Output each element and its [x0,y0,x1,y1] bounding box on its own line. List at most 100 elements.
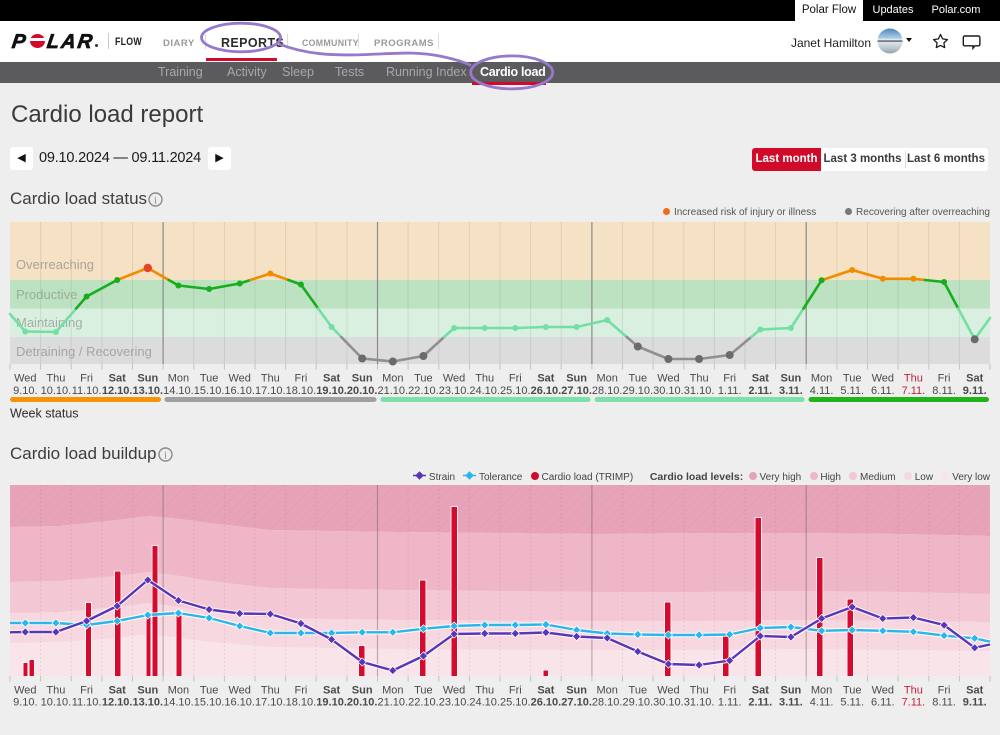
svg-text:Thu: Thu [261,373,280,385]
svg-text:29.10.: 29.10. [623,697,654,709]
svg-text:1.11.: 1.11. [718,697,742,709]
svg-text:Fri: Fri [80,373,93,385]
svg-text:Overreaching: Overreaching [16,257,94,272]
svg-text:Fri: Fri [938,685,951,697]
svg-text:28.10.: 28.10. [592,697,623,709]
svg-text:1.11.: 1.11. [718,385,742,397]
svg-text:Wed: Wed [657,685,679,697]
svg-text:Fri: Fri [80,685,93,697]
svg-text:Sat: Sat [323,373,340,385]
svg-text:Thu: Thu [475,373,494,385]
svg-text:Thu: Thu [46,685,65,697]
svg-text:i: i [164,449,167,461]
svg-text:Fri: Fri [509,685,522,697]
svg-text:15.10.: 15.10. [194,697,225,709]
svg-text:Fri: Fri [294,685,307,697]
svg-text:7.11.: 7.11. [902,697,926,709]
svg-text:Fri: Fri [723,685,736,697]
svg-text:Mon: Mon [811,373,832,385]
svg-text:Tue: Tue [843,373,862,385]
svg-text:Sun: Sun [137,685,158,697]
svg-text:20.10.: 20.10. [347,697,378,709]
svg-text:Tue: Tue [843,685,862,697]
svg-text:Sat: Sat [537,373,554,385]
svg-text:Thu: Thu [904,685,923,697]
svg-text:17.10.: 17.10. [255,697,286,709]
svg-text:Wed: Wed [872,685,894,697]
svg-text:Wed: Wed [228,685,250,697]
svg-text:9.10.: 9.10. [13,385,37,397]
svg-text:Mon: Mon [596,685,617,697]
svg-text:11.10.: 11.10. [72,697,102,709]
svg-text:5.11.: 5.11. [840,697,864,709]
svg-text:Sat: Sat [966,685,983,697]
svg-text:Mon: Mon [168,373,189,385]
svg-text:Thu: Thu [475,685,494,697]
svg-text:Tue: Tue [629,373,648,385]
svg-text:21.10.: 21.10. [378,385,409,397]
svg-text:Tue: Tue [200,685,219,697]
svg-text:Mon: Mon [811,685,832,697]
svg-text:16.10.: 16.10. [224,697,255,709]
svg-text:21.10.: 21.10. [378,697,409,709]
svg-text:2.11.: 2.11. [748,385,772,397]
svg-text:3.11.: 3.11. [779,697,803,709]
svg-text:Wed: Wed [872,373,894,385]
svg-text:Sun: Sun [352,373,373,385]
svg-text:Wed: Wed [657,373,679,385]
svg-text:Sun: Sun [566,685,587,697]
svg-text:18.10.: 18.10. [286,385,317,397]
svg-text:Thu: Thu [904,373,923,385]
svg-text:13.10.: 13.10. [133,385,164,397]
svg-text:4.11.: 4.11. [810,697,834,709]
svg-text:9.11.: 9.11. [963,385,987,397]
svg-text:14.10.: 14.10. [163,697,194,709]
svg-text:Mon: Mon [596,373,617,385]
svg-text:Wed: Wed [443,685,465,697]
svg-text:Mon: Mon [168,685,189,697]
svg-text:15.10.: 15.10. [194,385,225,397]
svg-text:29.10.: 29.10. [623,385,654,397]
svg-text:24.10.: 24.10. [469,385,500,397]
svg-text:Fri: Fri [294,373,307,385]
svg-text:31.10.: 31.10. [684,385,715,397]
svg-text:Wed: Wed [228,373,250,385]
svg-text:Sat: Sat [966,373,983,385]
svg-text:Thu: Thu [690,685,709,697]
svg-text:Wed: Wed [443,373,465,385]
svg-text:Mon: Mon [382,373,403,385]
svg-text:5.11.: 5.11. [840,385,864,397]
svg-text:Detraining / Recovering: Detraining / Recovering [16,344,152,359]
svg-text:26.10.: 26.10. [531,697,562,709]
svg-text:9.11.: 9.11. [963,697,987,709]
svg-text:20.10.: 20.10. [347,385,378,397]
svg-text:22.10.: 22.10. [408,697,439,709]
svg-text:Maintaining: Maintaining [16,315,83,330]
svg-text:6.11.: 6.11. [871,385,895,397]
svg-text:28.10.: 28.10. [592,385,623,397]
svg-text:17.10.: 17.10. [255,385,286,397]
svg-text:8.11.: 8.11. [932,385,956,397]
svg-text:30.10.: 30.10. [653,697,684,709]
svg-text:10.10.: 10.10. [41,385,72,397]
svg-text:9.10.: 9.10. [13,697,37,709]
svg-text:16.10.: 16.10. [224,385,255,397]
svg-text:23.10.: 23.10. [439,385,470,397]
svg-text:2.11.: 2.11. [748,697,772,709]
svg-text:Sun: Sun [566,373,587,385]
svg-text:Fri: Fri [509,373,522,385]
svg-text:Sat: Sat [537,685,554,697]
svg-text:Fri: Fri [938,373,951,385]
svg-text:3.11.: 3.11. [779,385,803,397]
svg-text:Tue: Tue [200,373,219,385]
svg-text:10.10.: 10.10. [41,697,72,709]
svg-text:6.11.: 6.11. [871,697,895,709]
svg-text:18.10.: 18.10. [286,697,317,709]
svg-text:19.10.: 19.10. [316,697,347,709]
svg-text:Tue: Tue [414,373,433,385]
svg-text:Sat: Sat [752,373,769,385]
svg-text:14.10.: 14.10. [163,385,194,397]
svg-text:31.10.: 31.10. [684,697,715,709]
svg-text:Wed: Wed [14,373,36,385]
svg-text:Thu: Thu [261,685,280,697]
